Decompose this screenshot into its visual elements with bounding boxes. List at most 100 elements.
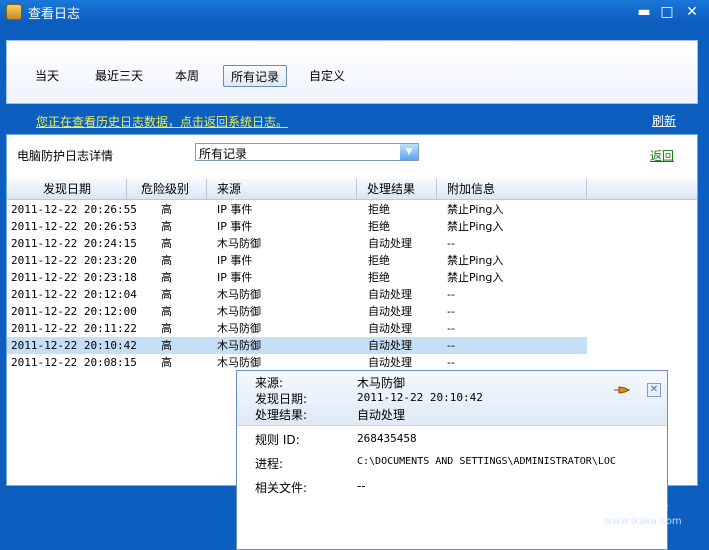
table-row[interactable]: 2011-12-22 20:11:22 高 木马防御 自动处理 -- xyxy=(7,320,587,337)
window-title: 查看日志 xyxy=(28,7,81,22)
popup-file-value: -- xyxy=(357,479,366,493)
cell-info: 禁止Ping入 xyxy=(447,271,504,284)
app-shield-icon xyxy=(6,4,22,20)
cell-result: 自动处理 xyxy=(368,339,412,352)
cell-info: -- xyxy=(447,237,455,250)
cell-result: 自动处理 xyxy=(368,237,412,250)
cell-source: IP 事件 xyxy=(217,220,253,233)
cell-date: 2011-12-22 20:23:18 xyxy=(11,271,137,284)
cell-date: 2011-12-22 20:08:15 xyxy=(11,356,137,369)
cell-level: 高 xyxy=(161,305,172,318)
chevron-down-icon[interactable]: ▼ xyxy=(400,144,418,160)
cell-source: 木马防御 xyxy=(217,356,261,369)
popup-file-label: 相关文件: xyxy=(255,481,308,495)
table-row[interactable]: 2011-12-22 20:23:20 高 IP 事件 拒绝 禁止Ping入 xyxy=(7,252,587,269)
tab-today[interactable]: 当天 xyxy=(27,65,67,87)
table-row[interactable]: 2011-12-22 20:10:42 高 木马防御 自动处理 -- xyxy=(7,337,587,354)
cell-source: 木马防御 xyxy=(217,237,261,250)
popup-date-label: 发现日期: xyxy=(255,392,308,406)
maximize-button[interactable]: □ xyxy=(659,4,675,20)
watermark-url: www.ikaka.com xyxy=(604,516,682,527)
cell-date: 2011-12-22 20:10:42 xyxy=(11,339,137,352)
tab-last-three-days[interactable]: 最近三天 xyxy=(85,65,153,87)
cell-date: 2011-12-22 20:26:53 xyxy=(11,220,137,233)
popup-process-value: C:\DOCUMENTS AND SETTINGS\ADMINISTRATOR\… xyxy=(357,456,616,467)
cell-level: 高 xyxy=(161,288,172,301)
popup-result-value: 自动处理 xyxy=(357,408,406,422)
column-header-level[interactable]: 危险级别 xyxy=(127,179,207,199)
tab-custom[interactable]: 自定义 xyxy=(303,65,351,87)
cell-date: 2011-12-22 20:26:55 xyxy=(11,203,137,216)
close-button[interactable]: ✕ xyxy=(684,4,700,20)
cell-info: 禁止Ping入 xyxy=(447,203,504,216)
cell-source: 木马防御 xyxy=(217,339,261,352)
filter-value: 所有记录 xyxy=(199,147,248,161)
popup-close-icon[interactable]: ✕ xyxy=(647,383,661,397)
column-header-info[interactable]: 附加信息 xyxy=(437,179,587,199)
popup-source-label: 来源: xyxy=(255,376,284,390)
cell-date: 2011-12-22 20:11:22 xyxy=(11,322,137,335)
cell-info: 禁止Ping入 xyxy=(447,254,504,267)
popup-date-value: 2011-12-22 20:10:42 xyxy=(357,391,483,404)
cell-date: 2011-12-22 20:12:00 xyxy=(11,305,137,318)
table-row[interactable]: 2011-12-22 20:12:04 高 木马防御 自动处理 -- xyxy=(7,286,587,303)
cell-level: 高 xyxy=(161,254,172,267)
cell-source: 木马防御 xyxy=(217,322,261,335)
popup-header: 来源: 木马防御 发现日期: 2011-12-22 20:10:42 处理结果:… xyxy=(237,371,667,426)
table-row[interactable]: 2011-12-22 20:08:15 高 木马防御 自动处理 -- xyxy=(7,354,587,371)
cell-info: -- xyxy=(447,339,455,352)
column-header-source[interactable]: 来源 xyxy=(207,179,357,199)
column-header-date[interactable]: 发现日期 xyxy=(7,179,127,199)
cell-level: 高 xyxy=(161,322,172,335)
popup-result-label: 处理结果: xyxy=(255,408,308,422)
record-filter-select[interactable]: 所有记录 ▼ xyxy=(195,143,419,161)
cell-result: 拒绝 xyxy=(368,271,390,284)
table-row[interactable]: 2011-12-22 20:26:53 高 IP 事件 拒绝 禁止Ping入 xyxy=(7,218,587,235)
cell-source: 木马防御 xyxy=(217,305,261,318)
cell-level: 高 xyxy=(161,271,172,284)
cell-result: 自动处理 xyxy=(368,322,412,335)
popup-source-value: 木马防御 xyxy=(357,376,406,390)
cell-result: 自动处理 xyxy=(368,305,412,318)
popup-rule-label: 规则 ID: xyxy=(255,433,300,447)
cell-info: 禁止Ping入 xyxy=(447,220,504,233)
cell-level: 高 xyxy=(161,203,172,216)
cell-result: 拒绝 xyxy=(368,203,390,216)
tab-this-week[interactable]: 本周 xyxy=(167,65,207,87)
minimize-button[interactable]: ▬ xyxy=(636,4,652,20)
cell-date: 2011-12-22 20:12:04 xyxy=(11,288,137,301)
table-row[interactable]: 2011-12-22 20:24:15 高 木马防御 自动处理 -- xyxy=(7,235,587,252)
cell-level: 高 xyxy=(161,237,172,250)
column-header-result[interactable]: 处理结果 xyxy=(357,179,437,199)
cell-source: IP 事件 xyxy=(217,271,253,284)
cell-info: -- xyxy=(447,305,455,318)
date-range-tabs: 当天 最近三天 本周 所有记录 自定义 xyxy=(6,40,698,104)
cell-source: IP 事件 xyxy=(217,254,253,267)
cell-level: 高 xyxy=(161,220,172,233)
cell-date: 2011-12-22 20:24:15 xyxy=(11,237,137,250)
cell-source: IP 事件 xyxy=(217,203,253,216)
cell-date: 2011-12-22 20:23:20 xyxy=(11,254,137,267)
cell-result: 拒绝 xyxy=(368,220,390,233)
history-notice-link[interactable]: 您正在查看历史日志数据，点击返回系统日志。 xyxy=(36,113,288,130)
cell-result: 拒绝 xyxy=(368,254,390,267)
popup-process-label: 进程: xyxy=(255,457,284,471)
cell-result: 自动处理 xyxy=(368,288,412,301)
cell-level: 高 xyxy=(161,356,172,369)
table-row[interactable]: 2011-12-22 20:23:18 高 IP 事件 拒绝 禁止Ping入 xyxy=(7,269,587,286)
title-bar: 查看日志 ▬ □ ✕ xyxy=(0,0,709,24)
back-link[interactable]: 返回 xyxy=(650,147,674,164)
cell-result: 自动处理 xyxy=(368,356,412,369)
tab-all-records[interactable]: 所有记录 xyxy=(223,65,287,87)
table-header: 发现日期 危险级别 来源 处理结果 附加信息 xyxy=(7,179,697,200)
table-row[interactable]: 2011-12-22 20:26:55 高 IP 事件 拒绝 禁止Ping入 xyxy=(7,201,587,218)
column-header-filler xyxy=(587,179,697,199)
refresh-link[interactable]: 刷新 xyxy=(652,112,676,129)
table-row[interactable]: 2011-12-22 20:12:00 高 木马防御 自动处理 -- xyxy=(7,303,587,320)
cell-info: -- xyxy=(447,356,455,369)
cell-info: -- xyxy=(447,288,455,301)
cell-info: -- xyxy=(447,322,455,335)
pin-icon[interactable] xyxy=(613,385,631,395)
cell-level: 高 xyxy=(161,339,172,352)
detail-label: 电脑防护日志详情 xyxy=(17,149,114,163)
